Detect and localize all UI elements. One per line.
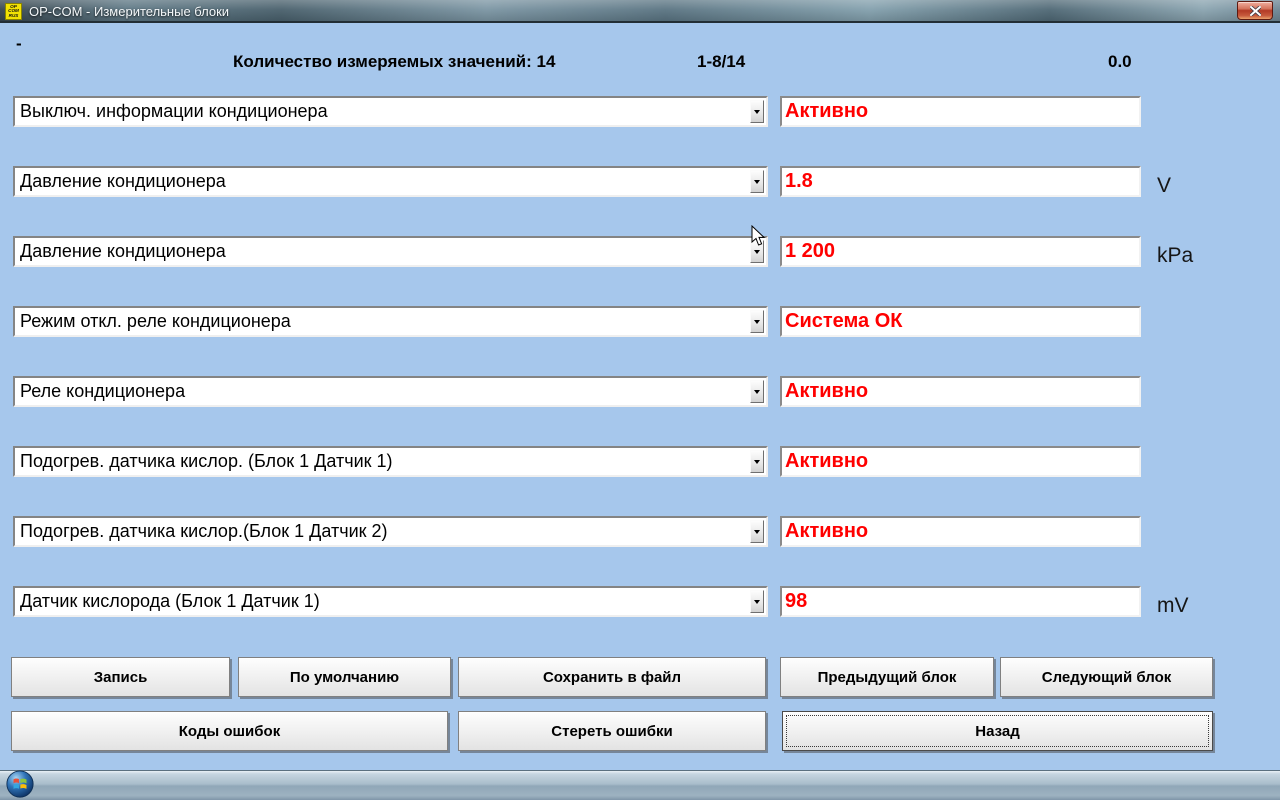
measured-values-count-label: Количество измеряемых значений: 14: [233, 52, 556, 71]
chevron-down-icon: [754, 389, 760, 394]
dropdown-button[interactable]: [750, 310, 764, 333]
parameter-dropdown[interactable]: Режим откл. реле кондиционера: [13, 306, 768, 337]
parameter-dropdown[interactable]: Подогрев. датчика кислор.(Блок 1 Датчик …: [13, 516, 768, 547]
value-field[interactable]: Активно: [780, 96, 1141, 127]
parameter-label: Давление кондиционера: [20, 241, 226, 261]
measurement-row: Давление кондиционера 1 200 kPa: [0, 236, 1280, 267]
app-icon-line: RUS: [8, 12, 19, 18]
header-extra-value: 0.0: [1108, 52, 1132, 71]
stray-dash-label: -: [16, 34, 22, 53]
dropdown-button[interactable]: [750, 590, 764, 613]
close-icon: [1249, 5, 1261, 16]
chevron-down-icon: [754, 459, 760, 464]
record-button[interactable]: Запись: [11, 657, 230, 697]
close-button[interactable]: [1237, 1, 1273, 20]
value-field[interactable]: Активно: [780, 376, 1141, 407]
measurement-row: Подогрев. датчика кислор. (Блок 1 Датчик…: [0, 446, 1280, 477]
value-field[interactable]: 1.8: [780, 166, 1141, 197]
dropdown-button[interactable]: [750, 450, 764, 473]
back-button[interactable]: Назад: [782, 711, 1213, 751]
windows-start-icon: [6, 769, 34, 798]
parameter-dropdown[interactable]: Давление кондиционера: [13, 236, 768, 267]
measurement-row: Реле кондиционера Активно: [0, 376, 1280, 407]
chevron-down-icon: [754, 179, 760, 184]
opcom-window: OP COM RUS OP-COM - Измерительные блоки …: [0, 0, 1280, 800]
title-bar: OP COM RUS OP-COM - Измерительные блоки: [0, 0, 1280, 23]
parameter-label: Подогрев. датчика кислор. (Блок 1 Датчик…: [20, 451, 393, 471]
window-title: OP-COM - Измерительные блоки: [29, 4, 230, 19]
chevron-down-icon: [754, 109, 760, 114]
save-to-file-button[interactable]: Сохранить в файл: [458, 657, 766, 697]
dropdown-button[interactable]: [750, 520, 764, 543]
measurement-row: Давление кондиционера 1.8 V: [0, 166, 1280, 197]
parameter-dropdown[interactable]: Реле кондиционера: [13, 376, 768, 407]
measurement-row: Режим откл. реле кондиционера Система ОК: [0, 306, 1280, 337]
dropdown-button[interactable]: [750, 100, 764, 123]
next-block-button[interactable]: Следующий блок: [1000, 657, 1213, 697]
parameter-dropdown[interactable]: Давление кондиционера: [13, 166, 768, 197]
parameter-label: Датчик кислорода (Блок 1 Датчик 1): [20, 591, 320, 611]
unit-label: V: [1157, 174, 1172, 197]
value-field[interactable]: Активно: [780, 446, 1141, 477]
value-field[interactable]: Активно: [780, 516, 1141, 547]
start-button[interactable]: [6, 769, 34, 798]
default-button[interactable]: По умолчанию: [238, 657, 451, 697]
parameter-dropdown[interactable]: Датчик кислорода (Блок 1 Датчик 1): [13, 586, 768, 617]
parameter-label: Давление кондиционера: [20, 171, 226, 191]
app-icon: OP COM RUS: [5, 3, 22, 20]
parameter-label: Выключ. информации кондиционера: [20, 101, 328, 121]
chevron-down-icon: [754, 599, 760, 604]
measurement-row: Выключ. информации кондиционера Активно: [0, 96, 1280, 127]
value-field[interactable]: Система ОК: [780, 306, 1141, 337]
dropdown-button[interactable]: [750, 380, 764, 403]
parameter-label: Реле кондиционера: [20, 381, 186, 401]
previous-block-button[interactable]: Предыдущий блок: [780, 657, 994, 697]
parameter-dropdown[interactable]: Выключ. информации кондиционера: [13, 96, 768, 127]
value-field[interactable]: 98: [780, 586, 1141, 617]
unit-label: mV: [1157, 594, 1189, 617]
chevron-down-icon: [754, 529, 760, 534]
parameter-dropdown[interactable]: Подогрев. датчика кислор. (Блок 1 Датчик…: [13, 446, 768, 477]
measurement-row: Подогрев. датчика кислор.(Блок 1 Датчик …: [0, 516, 1280, 547]
erase-errors-button[interactable]: Стереть ошибки: [458, 711, 766, 751]
parameter-label: Подогрев. датчика кислор.(Блок 1 Датчик …: [20, 521, 388, 541]
value-field[interactable]: 1 200: [780, 236, 1141, 267]
parameter-label: Режим откл. реле кондиционера: [20, 311, 291, 331]
mouse-cursor: [751, 224, 766, 252]
error-codes-button[interactable]: Коды ошибок: [11, 711, 448, 751]
dropdown-button[interactable]: [750, 170, 764, 193]
unit-label: kPa: [1157, 244, 1194, 267]
taskbar: OP COM RUS OP-COM LV ▲ 39: [0, 769, 1280, 800]
chevron-down-icon: [754, 319, 760, 324]
page-range-label: 1-8/14: [697, 52, 746, 71]
measurement-row: Датчик кислорода (Блок 1 Датчик 1) 98 mV: [0, 586, 1280, 617]
